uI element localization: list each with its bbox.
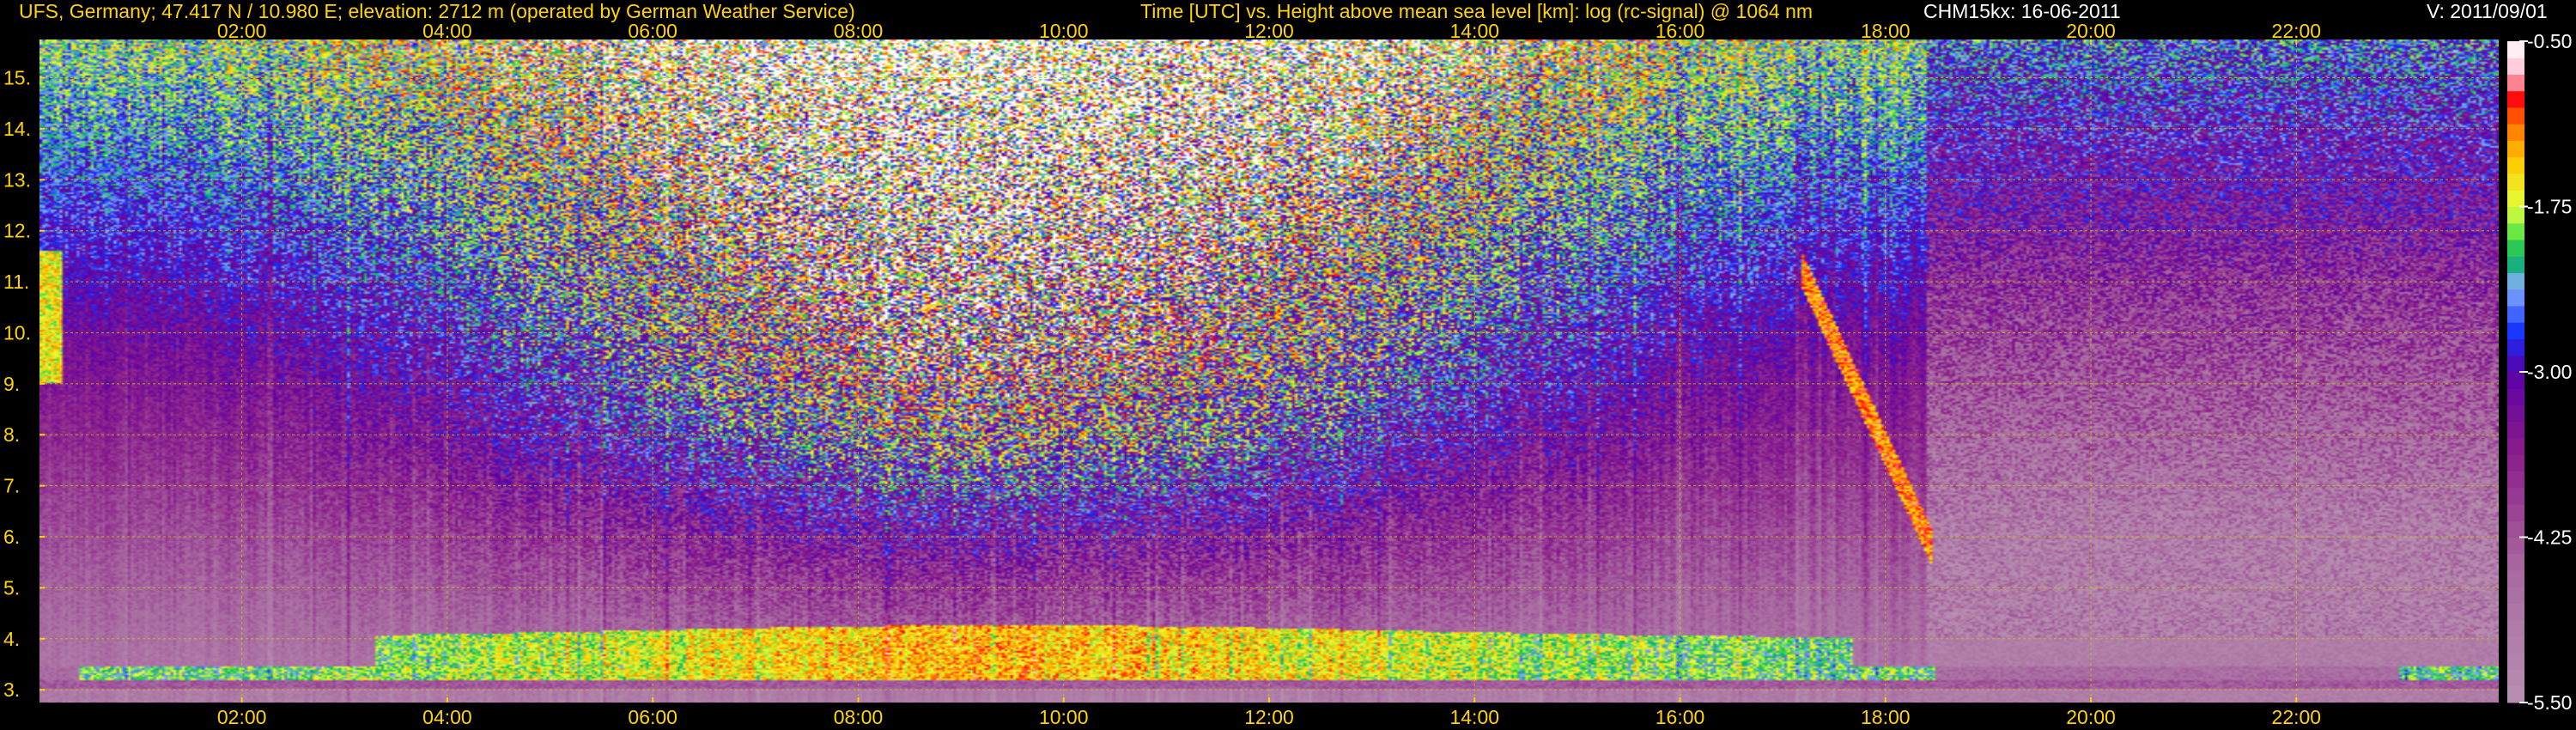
colorbar-segment: [2507, 272, 2524, 290]
colorbar-tick-label: -4.25: [2527, 526, 2572, 549]
x-tick-label-top: 20:00: [2066, 20, 2116, 42]
y-tick-label: 9.: [3, 373, 20, 395]
y-tick-label: 7.: [3, 475, 20, 497]
y-tick-label: 12.: [3, 220, 31, 242]
colorbar-segment: [2507, 289, 2524, 307]
colorbar-segment: [2507, 603, 2524, 621]
colorbar-segment: [2507, 405, 2524, 423]
colorbar-segment: [2507, 58, 2524, 75]
x-tick-label-bottom: 08:00: [834, 706, 884, 728]
x-tick-label-top: 22:00: [2272, 20, 2322, 42]
colorbar-segment: [2507, 74, 2524, 92]
colorbar-ticks: -0.50 -1.75 -3.00 -4.25 -5.50: [2519, 30, 2572, 714]
x-tick-label-top: 16:00: [1656, 20, 1705, 42]
y-tick-label: 3.: [3, 678, 20, 701]
x-tick-label-top: 06:00: [628, 20, 677, 42]
colorbar-tick-label: -5.50: [2527, 691, 2572, 714]
x-tick-label-top: 18:00: [1861, 20, 1911, 42]
y-axis: 3. 4. 5. 6. 7. 8. 9. 10. 11. 12. 13. 14. 15.: [3, 67, 45, 701]
y-tick-label: 5.: [3, 576, 20, 599]
x-tick-label-bottom: 02:00: [217, 706, 267, 728]
colorbar-segment: [2507, 553, 2524, 571]
colorbar-segment: [2507, 338, 2524, 356]
y-tick-label: 4.: [3, 628, 20, 650]
colorbar-segment: [2507, 355, 2524, 373]
colorbar-segment: [2507, 669, 2524, 687]
x-tick-label-bottom: 18:00: [1861, 706, 1911, 728]
x-tick-label-top: 02:00: [217, 20, 267, 42]
x-tick-label-bottom: 12:00: [1244, 706, 1294, 728]
y-tick-label: 6.: [3, 526, 20, 548]
x-tick-label-bottom: 16:00: [1656, 706, 1705, 728]
x-tick-label-bottom: 22:00: [2272, 706, 2322, 728]
colorbar-segment: [2507, 107, 2524, 125]
colorbar-segment: [2507, 636, 2524, 654]
x-tick-label-bottom: 06:00: [628, 706, 677, 728]
colorbar-segment: [2507, 140, 2524, 158]
colorbar-segment: [2507, 653, 2524, 670]
y-tick-label: 11.: [3, 271, 29, 293]
x-tick-label-top: 10:00: [1039, 20, 1089, 42]
colorbar-segment: [2507, 454, 2524, 471]
colorbar-tick-label: -0.50: [2527, 30, 2572, 52]
colorbar-segment: [2507, 306, 2524, 323]
colorbar-segment: [2507, 173, 2524, 191]
colorbar-segment: [2507, 124, 2524, 141]
colorbar-segment: [2507, 90, 2524, 108]
colorbar-segment: [2507, 156, 2524, 174]
colorbar-segment: [2507, 388, 2524, 405]
colorbar-segment: [2507, 619, 2524, 637]
colorbar-segment: [2507, 587, 2524, 604]
colorbar-segment: [2507, 537, 2524, 555]
x-tick-label-bottom: 14:00: [1449, 706, 1499, 728]
y-tick-label: 14.: [3, 118, 31, 140]
y-tick-label: 15.: [3, 67, 31, 89]
y-tick-label: 13.: [3, 168, 31, 191]
colorbar-segment: [2507, 190, 2524, 207]
colorbar-segment: [2507, 438, 2524, 455]
colorbar-segment: [2507, 256, 2524, 273]
colorbar-segment: [2507, 206, 2524, 224]
colorbar-segment: [2507, 504, 2524, 521]
colorbar-segment: [2507, 471, 2524, 489]
colorbar-segment: [2507, 222, 2524, 240]
colorbar-segment: [2507, 322, 2524, 339]
colorbar-tick-label: -1.75: [2527, 196, 2572, 218]
colorbar-segment: [2507, 520, 2524, 538]
colorbar-segment: [2507, 41, 2524, 58]
lidar-backscatter-chart: 02:00 04:00 06:00 08:00 10:00 12:00 14:00 16:00…: [3, 20, 2572, 728]
x-tick-label-bottom: 04:00: [422, 706, 472, 728]
colorbar-segment: [2507, 487, 2524, 505]
colorbar-segment: [2507, 421, 2524, 439]
x-tick-label-top: 08:00: [834, 20, 884, 42]
x-tick-label-top: 14:00: [1449, 20, 1499, 42]
colorbar-segment: [2507, 570, 2524, 587]
colorbar-segment: [2507, 240, 2524, 257]
colorbar-segment: [2507, 685, 2524, 703]
y-tick-label: 8.: [3, 423, 20, 446]
x-tick-label-top: 12:00: [1244, 20, 1294, 42]
x-tick-label-bottom: 20:00: [2066, 706, 2116, 728]
x-tick-label-bottom: 10:00: [1039, 706, 1089, 728]
x-tick-label-top: 04:00: [422, 20, 472, 42]
colorbar-segment: [2507, 372, 2524, 389]
y-tick-label: 10.: [3, 321, 31, 344]
colorbar-tick-label: -3.00: [2527, 361, 2572, 383]
